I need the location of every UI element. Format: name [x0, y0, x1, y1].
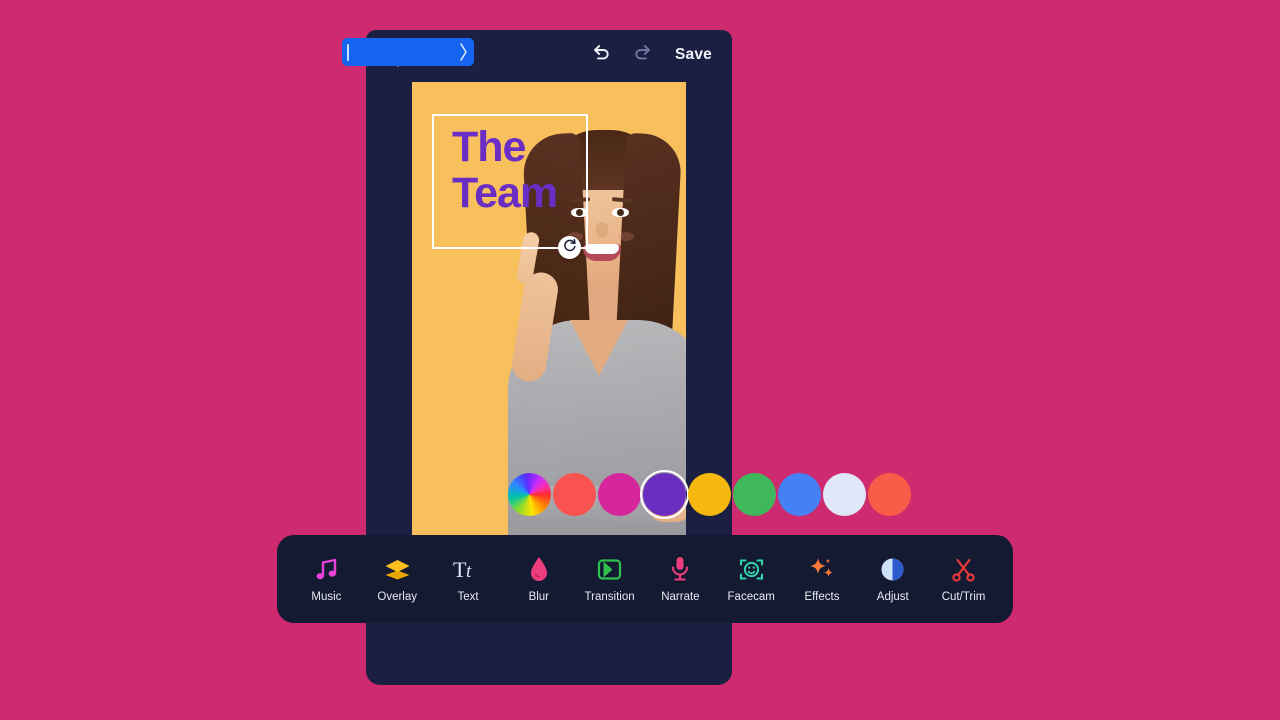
tool-narrate[interactable]: Narrate — [645, 554, 716, 604]
tool-text-label: Text — [457, 591, 479, 604]
undo-arrow-icon — [591, 44, 611, 66]
timeline[interactable] — [366, 645, 732, 685]
text-overlay-content: The Team — [452, 123, 558, 218]
swatch-coral-red[interactable] — [553, 473, 596, 516]
rotate-handle[interactable] — [558, 236, 581, 259]
timeline-clip[interactable] — [342, 38, 474, 66]
transition-icon — [596, 554, 623, 584]
swatch-orange-red[interactable] — [868, 473, 911, 516]
swatch-color-wheel[interactable] — [508, 473, 551, 516]
tool-transition-label: Transition — [584, 591, 635, 604]
redo-arrow-icon — [633, 44, 653, 66]
swatch-blue[interactable] — [778, 473, 821, 516]
tool-music-label: Music — [311, 591, 342, 604]
swatch-pale-blue[interactable] — [823, 473, 866, 516]
scissors-icon — [950, 554, 977, 584]
tool-cut-trim[interactable]: Cut/Trim — [928, 554, 999, 604]
tool-facecam[interactable]: Facecam — [716, 554, 787, 604]
swatch-green[interactable] — [733, 473, 776, 516]
tool-text[interactable]: T t Text — [433, 554, 504, 604]
video-preview[interactable]: The Team — [412, 82, 686, 535]
text-overlay-line-2: Team — [452, 169, 558, 218]
tool-adjust[interactable]: Adjust — [857, 554, 928, 604]
clip-left-handle[interactable] — [347, 43, 349, 61]
droplet-icon — [528, 554, 550, 584]
text-overlay-box[interactable]: The Team — [432, 114, 588, 249]
sparkles-icon — [808, 554, 836, 584]
microphone-icon — [669, 554, 691, 584]
tool-overlay-label: Overlay — [377, 591, 417, 604]
tool-blur[interactable]: Blur — [503, 554, 574, 604]
svg-text:T: T — [453, 557, 467, 582]
swatch-magenta-pink[interactable] — [598, 473, 641, 516]
header-actions: Save — [591, 44, 712, 66]
tool-music[interactable]: Music — [291, 554, 362, 604]
app-canvas: Save The Team Music Overlay T t Text Blu… — [0, 0, 1280, 720]
music-note-icon — [313, 554, 340, 584]
tool-overlay[interactable]: Overlay — [362, 554, 433, 604]
text-tt-icon: T t — [453, 554, 483, 584]
redo-button[interactable] — [633, 44, 653, 66]
text-overlay-line-1: The — [452, 123, 526, 171]
layers-icon — [383, 554, 412, 584]
rotate-icon — [563, 238, 577, 257]
chevron-right-icon[interactable] — [458, 41, 469, 63]
tool-effects[interactable]: Effects — [787, 554, 858, 604]
tool-cut-trim-label: Cut/Trim — [941, 591, 986, 604]
contrast-circle-icon — [879, 554, 906, 584]
svg-text:t: t — [466, 561, 472, 582]
save-button[interactable]: Save — [675, 47, 712, 63]
tool-facecam-label: Facecam — [727, 591, 775, 604]
tool-effects-label: Effects — [804, 591, 840, 604]
swatch-purple[interactable] — [640, 470, 689, 519]
tool-narrate-label: Narrate — [661, 591, 700, 604]
color-palette[interactable] — [508, 470, 911, 519]
tool-adjust-label: Adjust — [876, 591, 909, 604]
facecam-smiley-icon — [738, 554, 765, 584]
editing-toolbar: Music Overlay T t Text Blur Transition N… — [277, 535, 1013, 623]
tool-blur-label: Blur — [528, 591, 550, 604]
swatch-amber-yellow[interactable] — [688, 473, 731, 516]
undo-button[interactable] — [591, 44, 611, 66]
tool-transition[interactable]: Transition — [574, 554, 645, 604]
